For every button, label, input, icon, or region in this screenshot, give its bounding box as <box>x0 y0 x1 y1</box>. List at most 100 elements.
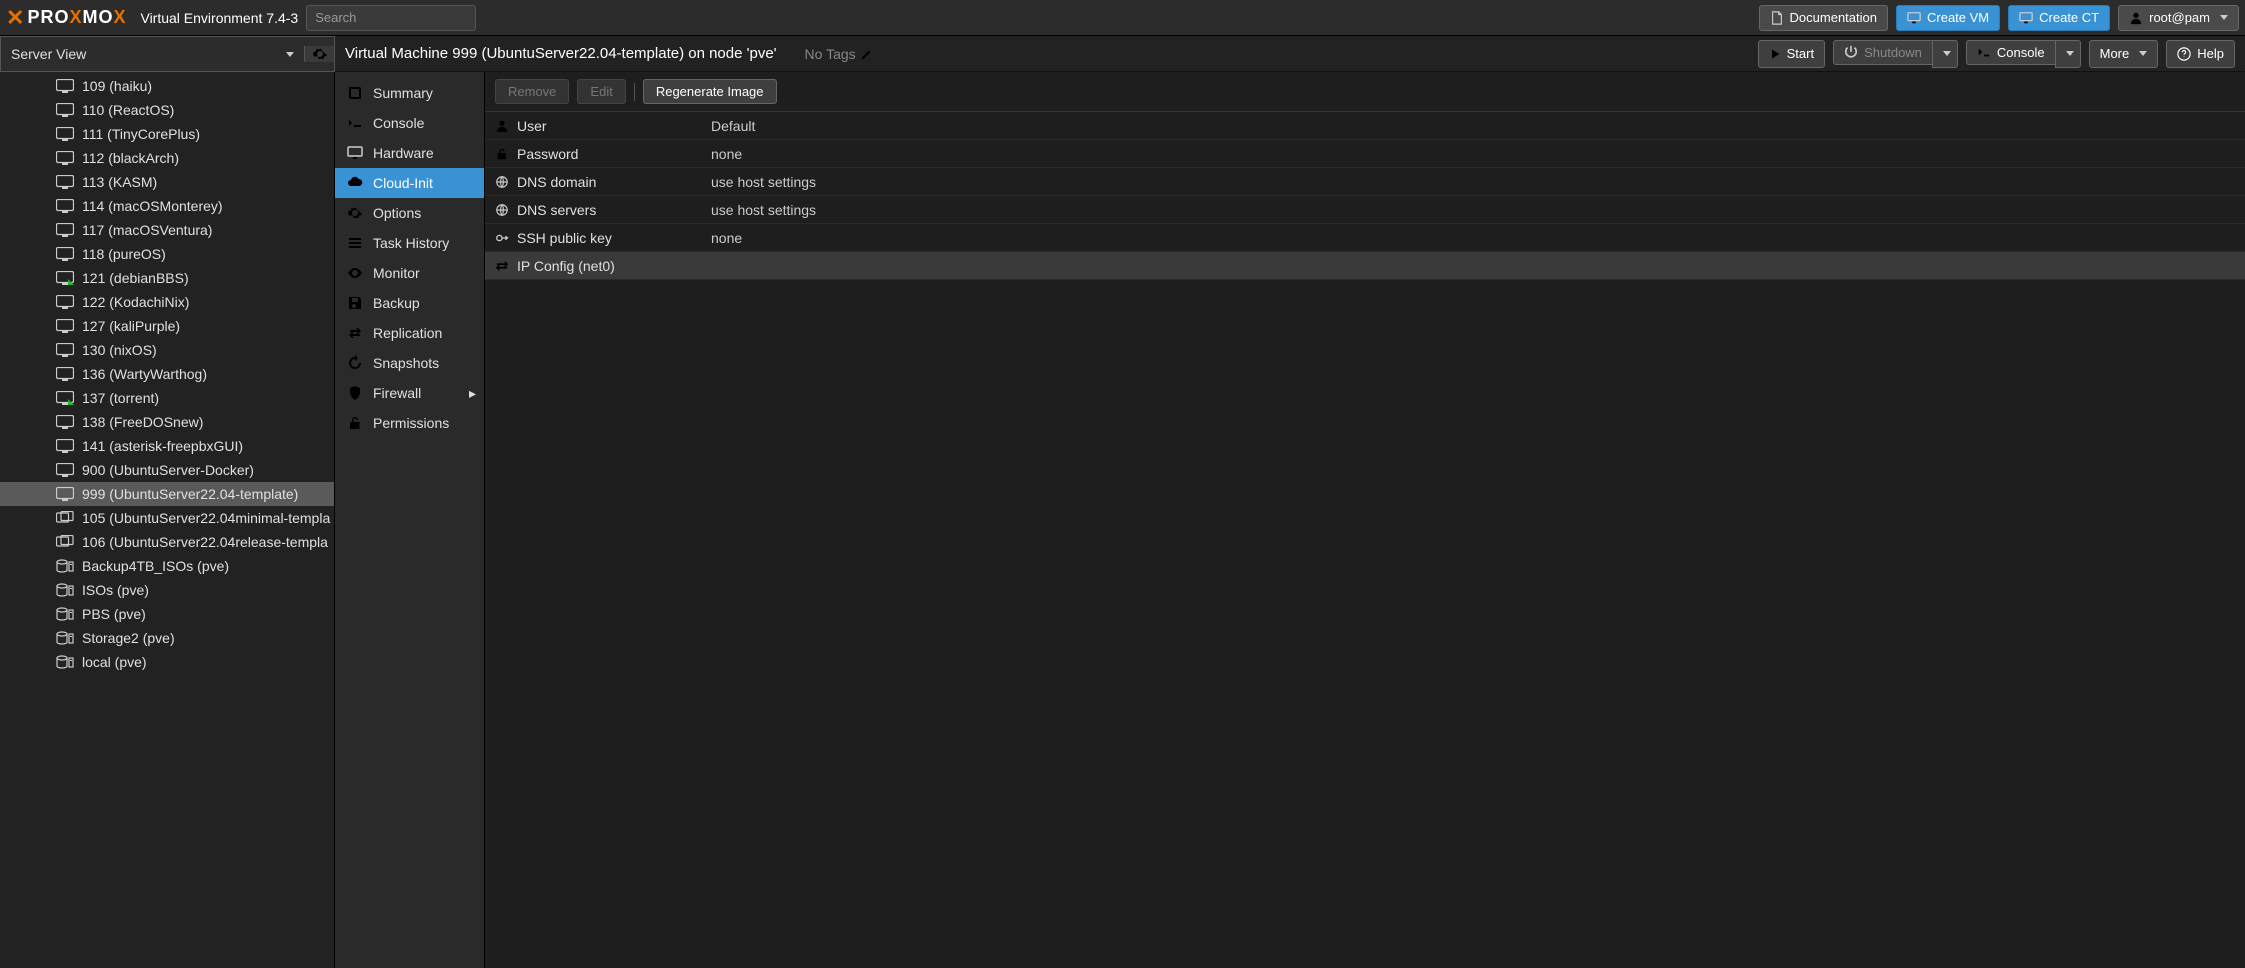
edit-button[interactable]: Edit <box>577 79 625 104</box>
logo-x-icon: ✕ <box>6 5 25 31</box>
power-icon <box>1844 45 1858 59</box>
globe-icon <box>495 175 509 189</box>
grid-row[interactable]: UserDefault <box>485 112 2245 140</box>
nav-firewall[interactable]: Firewall▸ <box>335 378 484 408</box>
tree-item[interactable]: 127 (kaliPurple) <box>0 314 334 338</box>
grid-row[interactable]: DNS serversuse host settings <box>485 196 2245 224</box>
storage-icon <box>56 631 74 645</box>
tree-item-label: 127 (kaliPurple) <box>82 318 180 334</box>
console-button[interactable]: Console <box>1966 40 2055 65</box>
tree-item[interactable]: 900 (UbuntuServer-Docker) <box>0 458 334 482</box>
grid-row[interactable]: SSH public keynone <box>485 224 2245 252</box>
create-ct-button[interactable]: Create CT <box>2008 5 2110 31</box>
nav-replication[interactable]: Replication <box>335 318 484 348</box>
tree-item[interactable]: 137 (torrent) <box>0 386 334 410</box>
console-icon <box>1977 45 1991 59</box>
tree-item[interactable]: 122 (KodachiNix) <box>0 290 334 314</box>
nav-task-history[interactable]: Task History <box>335 228 484 258</box>
tree-item[interactable]: local (pve) <box>0 650 334 674</box>
tree-item[interactable]: 106 (UbuntuServer22.04release-templa <box>0 530 334 554</box>
regenerate-image-button[interactable]: Regenerate Image <box>643 79 777 104</box>
vm-icon <box>56 175 74 189</box>
template-icon <box>56 511 74 525</box>
nav-label: Monitor <box>373 265 420 281</box>
shield-icon <box>347 385 363 401</box>
shutdown-dropdown[interactable] <box>1932 40 1958 68</box>
tree-item[interactable]: 110 (ReactOS) <box>0 98 334 122</box>
nav-label: Options <box>373 205 421 221</box>
tree-item[interactable]: 118 (pureOS) <box>0 242 334 266</box>
resource-tree[interactable]: 109 (haiku)110 (ReactOS)111 (TinyCorePlu… <box>0 72 335 968</box>
nav-summary[interactable]: Summary <box>335 78 484 108</box>
vm-icon <box>56 271 74 285</box>
grid-row[interactable]: DNS domainuse host settings <box>485 168 2245 196</box>
user-menu-button[interactable]: root@pam <box>2118 5 2239 31</box>
history-icon <box>347 355 363 371</box>
nav-backup[interactable]: Backup <box>335 288 484 318</box>
tree-item[interactable]: ISOs (pve) <box>0 578 334 602</box>
document-icon <box>1770 11 1784 25</box>
tree-settings-button[interactable] <box>304 46 334 62</box>
nav-console[interactable]: Console <box>335 108 484 138</box>
tree-item[interactable]: 113 (KASM) <box>0 170 334 194</box>
nav-monitor[interactable]: Monitor <box>335 258 484 288</box>
nav-options[interactable]: Options <box>335 198 484 228</box>
start-button[interactable]: Start <box>1758 40 1825 68</box>
tree-item[interactable]: PBS (pve) <box>0 602 334 626</box>
replication-icon <box>347 325 363 341</box>
tree-item-label: 114 (macOSMonterey) <box>82 198 223 214</box>
tree-item[interactable]: 105 (UbuntuServer22.04minimal-templa <box>0 506 334 530</box>
tree-item[interactable]: 114 (macOSMonterey) <box>0 194 334 218</box>
monitor-icon <box>2019 11 2033 25</box>
tree-item[interactable]: 138 (FreeDOSnew) <box>0 410 334 434</box>
content-toolbar: Remove Edit Regenerate Image <box>485 72 2245 112</box>
tree-item[interactable]: 111 (TinyCorePlus) <box>0 122 334 146</box>
nav-label: Firewall <box>373 385 421 401</box>
gear-icon <box>347 205 363 221</box>
more-button[interactable]: More <box>2089 40 2159 68</box>
user-icon <box>2129 11 2143 25</box>
grid-row[interactable]: IP Config (net0) <box>485 252 2245 280</box>
tree-item[interactable]: 141 (asterisk-freepbxGUI) <box>0 434 334 458</box>
tree-item[interactable]: 136 (WartyWarthog) <box>0 362 334 386</box>
nav-permissions[interactable]: Permissions <box>335 408 484 438</box>
nav-snapshots[interactable]: Snapshots <box>335 348 484 378</box>
storage-icon <box>56 655 74 669</box>
create-vm-button[interactable]: Create VM <box>1896 5 2000 31</box>
tree-item[interactable]: Backup4TB_ISOs (pve) <box>0 554 334 578</box>
vm-icon <box>56 223 74 237</box>
content-panel: Remove Edit Regenerate Image UserDefault… <box>485 72 2245 968</box>
nav-cloud-init[interactable]: Cloud-Init <box>335 168 484 198</box>
tree-item[interactable]: 109 (haiku) <box>0 74 334 98</box>
tree-item-label: 106 (UbuntuServer22.04release-templa <box>82 534 328 550</box>
nav-label: Permissions <box>373 415 449 431</box>
documentation-button[interactable]: Documentation <box>1759 5 1888 31</box>
tree-item-label: 112 (blackArch) <box>82 150 179 166</box>
tree-item[interactable]: 121 (debianBBS) <box>0 266 334 290</box>
tree-item[interactable]: Storage2 (pve) <box>0 626 334 650</box>
console-dropdown[interactable] <box>2055 40 2081 68</box>
proxmox-logo[interactable]: ✕ PROXMOX <box>6 5 126 31</box>
remove-button[interactable]: Remove <box>495 79 569 104</box>
tree-item[interactable]: 117 (macOSVentura) <box>0 218 334 242</box>
play-icon <box>1769 48 1781 60</box>
chevron-down-icon <box>286 52 294 57</box>
tree-item[interactable]: 999 (UbuntuServer22.04-template) <box>0 482 334 506</box>
help-button[interactable]: Help <box>2166 40 2235 68</box>
monitor-icon <box>1907 11 1921 25</box>
tree-item[interactable]: 112 (blackArch) <box>0 146 334 170</box>
breadcrumb: Virtual Machine 999 (UbuntuServer22.04-t… <box>345 45 777 62</box>
tree-item-label: ISOs (pve) <box>82 582 149 598</box>
tree-item-label: local (pve) <box>82 654 147 670</box>
server-view-select[interactable]: Server View <box>1 46 304 62</box>
tree-item[interactable]: 130 (nixOS) <box>0 338 334 362</box>
vm-icon <box>56 439 74 453</box>
grid-row[interactable]: Passwordnone <box>485 140 2245 168</box>
nav-hardware[interactable]: Hardware <box>335 138 484 168</box>
tree-item-label: 105 (UbuntuServer22.04minimal-templa <box>82 510 330 526</box>
row-value: use host settings <box>705 174 2245 190</box>
tags-button[interactable]: No Tags <box>805 46 872 62</box>
gear-icon <box>312 46 328 62</box>
search-input[interactable] <box>306 5 476 31</box>
shutdown-button[interactable]: Shutdown <box>1833 40 1932 65</box>
